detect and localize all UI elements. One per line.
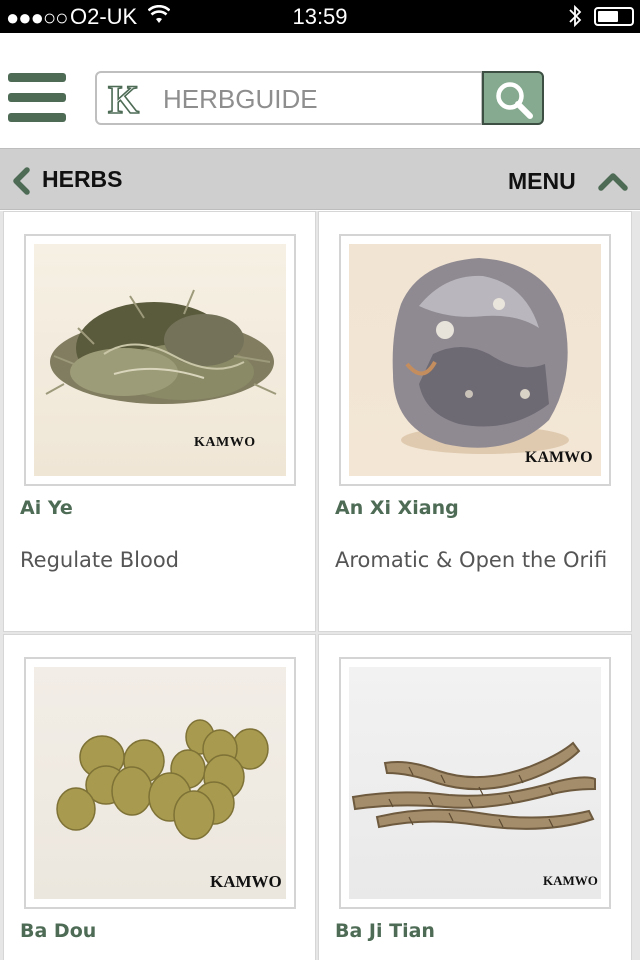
bluetooth-icon	[569, 4, 582, 28]
logo-letter: K	[108, 79, 139, 119]
herb-name: An Xi Xiang	[335, 497, 459, 519]
herb-image-frame: KAMWO	[339, 657, 611, 909]
herb-grid: KAMWO Ai Ye Regulate Blood KAMWO An Xi X…	[0, 211, 640, 960]
herb-card[interactable]: KAMWO Ba Dou	[3, 634, 316, 960]
clock: 13:59	[292, 4, 348, 29]
sub-navigation: HERBS MENU	[0, 148, 640, 210]
kamwo-logo: K	[107, 79, 140, 119]
watermark: KAMWO	[194, 435, 256, 450]
menu-label: MENU	[508, 168, 576, 194]
app-header: K	[0, 33, 640, 147]
hamburger-menu-icon[interactable]	[8, 73, 66, 123]
battery-icon	[594, 7, 634, 26]
herb-name: Ai Ye	[20, 497, 73, 519]
chevron-up-icon	[598, 173, 628, 191]
search-input[interactable]	[163, 81, 473, 117]
herb-image: KAMWO	[349, 244, 601, 476]
watermark: KAMWO	[543, 873, 598, 888]
herb-image-frame: KAMWO	[24, 657, 296, 909]
search-icon	[496, 82, 533, 119]
search-box: K	[95, 71, 483, 125]
herb-card[interactable]: KAMWO Ba Ji Tian	[318, 634, 632, 960]
herb-image: KAMWO	[34, 244, 286, 476]
back-label: HERBS	[42, 166, 123, 192]
menu-toggle[interactable]: MENU	[508, 165, 628, 199]
herb-name: Ba Dou	[20, 920, 97, 942]
herb-image-frame: KAMWO	[24, 234, 296, 486]
herb-description: Aromatic & Open the Orifi	[335, 548, 608, 572]
herb-description: Regulate Blood	[20, 548, 180, 572]
herb-image-frame: KAMWO	[339, 234, 611, 486]
chevron-left-icon	[13, 167, 30, 195]
watermark: KAMWO	[525, 449, 593, 466]
herb-card[interactable]: KAMWO An Xi Xiang Aromatic & Open the Or…	[318, 211, 632, 632]
herb-image: KAMWO	[349, 667, 601, 899]
search-button[interactable]	[482, 71, 544, 125]
herb-image: KAMWO	[34, 667, 286, 899]
herb-card[interactable]: KAMWO Ai Ye Regulate Blood	[3, 211, 316, 632]
herb-name: Ba Ji Tian	[335, 920, 435, 942]
status-bar: ●●●○○ O2-UK 13:59	[0, 0, 640, 33]
watermark: KAMWO	[210, 872, 282, 891]
